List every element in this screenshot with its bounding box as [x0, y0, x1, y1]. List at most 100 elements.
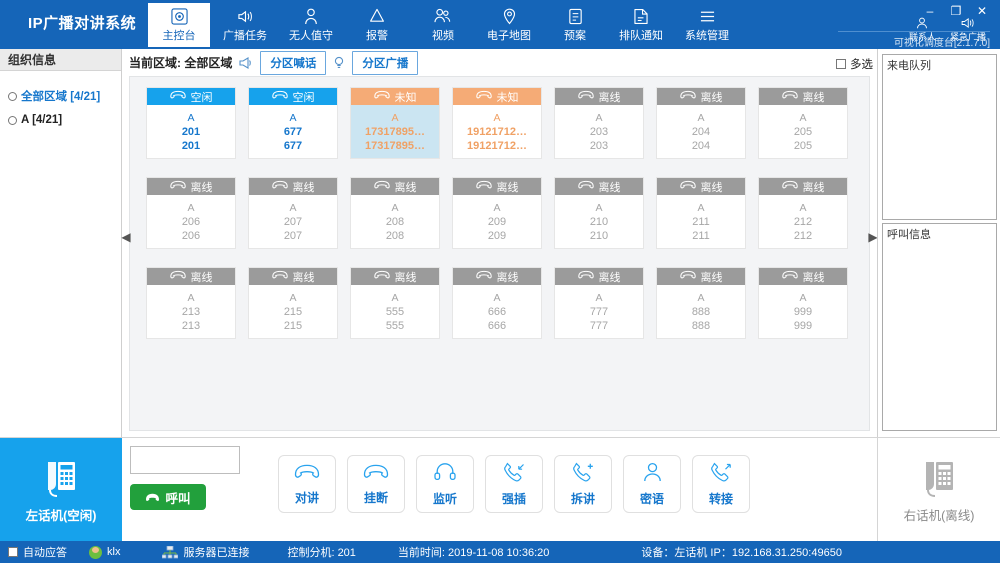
menu-icon — [699, 7, 716, 25]
tree-node-1[interactable]: 全部区域 [4/21] — [6, 83, 115, 109]
device-card[interactable]: 离线 A 888 888 — [656, 267, 746, 339]
bottom-control-bar: 左话机(空闲) 呼叫 对讲 挂断 监听 强插 拆讲 密语 转接 右话机(离线) — [0, 437, 1000, 542]
device-status-label: 离线 — [292, 181, 315, 194]
device-status-label: 离线 — [700, 181, 723, 194]
multiselect-checkbox[interactable]: 多选 — [836, 56, 873, 72]
action-button-4[interactable]: 强插 — [485, 455, 543, 513]
device-card-body: A 888 888 — [657, 285, 745, 338]
device-card-status: 未知 — [351, 88, 439, 105]
plan-icon — [568, 7, 583, 25]
device-card[interactable]: 离线 A 204 204 — [656, 87, 746, 159]
device-number: 999 — [793, 305, 813, 318]
nav-item-6[interactable]: 电子地图 — [478, 3, 540, 47]
device-card[interactable]: 离线 A 207 207 — [248, 177, 338, 249]
nav-item-7[interactable]: 预案 — [544, 3, 606, 47]
action-button-label: 监听 — [432, 491, 457, 506]
left-handset-panel[interactable]: 左话机(空闲) — [0, 438, 122, 542]
card-handset-icon — [475, 270, 492, 283]
right-handset-panel[interactable]: 右话机(离线) — [877, 438, 1000, 542]
nav-item-1[interactable]: 主控台 — [148, 3, 210, 47]
action-button-7[interactable]: 转接 — [692, 455, 750, 513]
auto-answer-checkbox[interactable]: 自动应答 — [8, 544, 67, 560]
action-button-6[interactable]: 密语 — [623, 455, 681, 513]
nav-item-4[interactable]: 报警 — [346, 3, 408, 47]
device-number: 201 — [181, 125, 201, 138]
nav-item-9[interactable]: 系统管理 — [676, 3, 738, 47]
device-card-status: 离线 — [657, 178, 745, 195]
device-number: 17317895… — [365, 125, 425, 138]
device-card[interactable]: 离线 A 211 211 — [656, 177, 746, 249]
device-card[interactable]: 未知 A 17317895… 17317895… — [350, 87, 440, 159]
device-card[interactable]: 离线 A 210 210 — [554, 177, 644, 249]
device-extension: 211 — [692, 229, 710, 242]
device-card[interactable]: 离线 A 999 999 — [758, 267, 848, 339]
call-info-panel[interactable]: 呼叫信息 — [882, 223, 997, 431]
nav-item-3[interactable]: 无人值守 — [280, 3, 342, 47]
nav-item-2[interactable]: 广播任务 — [214, 3, 276, 47]
device-card-status: 未知 — [453, 88, 541, 105]
device-card[interactable]: 离线 A 555 555 — [350, 267, 440, 339]
device-group-name: A — [697, 291, 705, 304]
device-card[interactable]: 离线 A 212 212 — [758, 177, 848, 249]
nav-item-label: 无人值守 — [289, 30, 333, 42]
card-handset-icon — [373, 90, 390, 103]
device-card[interactable]: 离线 A 215 215 — [248, 267, 338, 339]
device-card[interactable]: 离线 A 666 666 — [452, 267, 542, 339]
device-card[interactable]: 离线 A 208 208 — [350, 177, 440, 249]
user-avatar-icon — [89, 545, 102, 559]
incoming-call-queue-title: 来电队列 — [887, 60, 931, 72]
card-handset-icon — [781, 270, 798, 283]
device-card-body: A 215 215 — [249, 285, 337, 338]
server-status-label: 服务器已连接 — [183, 547, 250, 559]
device-extension: 666 — [487, 319, 507, 332]
header-divider — [838, 31, 990, 32]
device-group-name: A — [697, 201, 705, 214]
checkbox-box[interactable] — [8, 547, 18, 557]
device-card[interactable]: 未知 A 19121712… 19121712… — [452, 87, 542, 159]
prev-page-arrow[interactable]: ◀ — [116, 217, 136, 257]
device-group-name: A — [391, 111, 399, 124]
nav-item-5[interactable]: 视频 — [412, 3, 474, 47]
zone-broadcast-button[interactable]: 分区广播 — [352, 50, 419, 75]
nav-item-8[interactable]: 排队通知 — [610, 3, 672, 47]
device-card-status: 离线 — [249, 268, 337, 285]
incoming-call-queue-panel[interactable]: 来电队列 — [882, 54, 997, 220]
action-button-3[interactable]: 监听 — [416, 455, 474, 513]
hangup-icon — [363, 463, 389, 484]
device-group-name: A — [391, 291, 399, 304]
device-group-name: A — [187, 111, 195, 124]
queue-notice-icon — [633, 7, 649, 25]
device-card[interactable]: 离线 A 209 209 — [452, 177, 542, 249]
device-card[interactable]: 离线 A 206 206 — [146, 177, 236, 249]
right-handset-label: 右话机(离线) — [903, 508, 975, 523]
device-card[interactable]: 空闲 A 201 201 — [146, 87, 236, 159]
call-button[interactable]: 呼叫 — [130, 484, 206, 510]
current-time: 当前时间: 2019-11-08 10:36:20 — [397, 547, 550, 559]
tree-node-label: A [4/21] — [21, 114, 63, 126]
action-button-5[interactable]: 拆讲 — [554, 455, 612, 513]
nav-item-label: 广播任务 — [223, 30, 267, 42]
device-group-name: A — [289, 111, 297, 124]
device-card-body: A 209 209 — [453, 195, 541, 248]
device-card-body: A 203 203 — [555, 105, 643, 158]
tree-node-2[interactable]: A [4/21] — [6, 109, 115, 131]
device-card[interactable]: 离线 A 205 205 — [758, 87, 848, 159]
radio-icon[interactable] — [8, 115, 17, 125]
device-card[interactable]: 离线 A 203 203 — [554, 87, 644, 159]
action-button-2[interactable]: 挂断 — [347, 455, 405, 513]
device-card-body: A 210 210 — [555, 195, 643, 248]
device-card[interactable]: 离线 A 777 777 — [554, 267, 644, 339]
card-handset-icon — [577, 90, 594, 103]
checkbox-box[interactable] — [836, 59, 846, 69]
zone-talk-button[interactable]: 分区喊话 — [260, 50, 327, 75]
device-card-body: A 205 205 — [759, 105, 847, 158]
device-card[interactable]: 离线 A 213 213 — [146, 267, 236, 339]
action-button-1[interactable]: 对讲 — [278, 455, 336, 513]
device-status-label: 空闲 — [190, 91, 213, 104]
device-status-label: 离线 — [802, 91, 825, 104]
device-card[interactable]: 空闲 A 677 677 — [248, 87, 338, 159]
radio-icon[interactable] — [8, 91, 17, 101]
dial-input[interactable] — [130, 446, 240, 474]
device-number: 213 — [181, 305, 201, 318]
call-transfer-icon — [710, 462, 732, 485]
